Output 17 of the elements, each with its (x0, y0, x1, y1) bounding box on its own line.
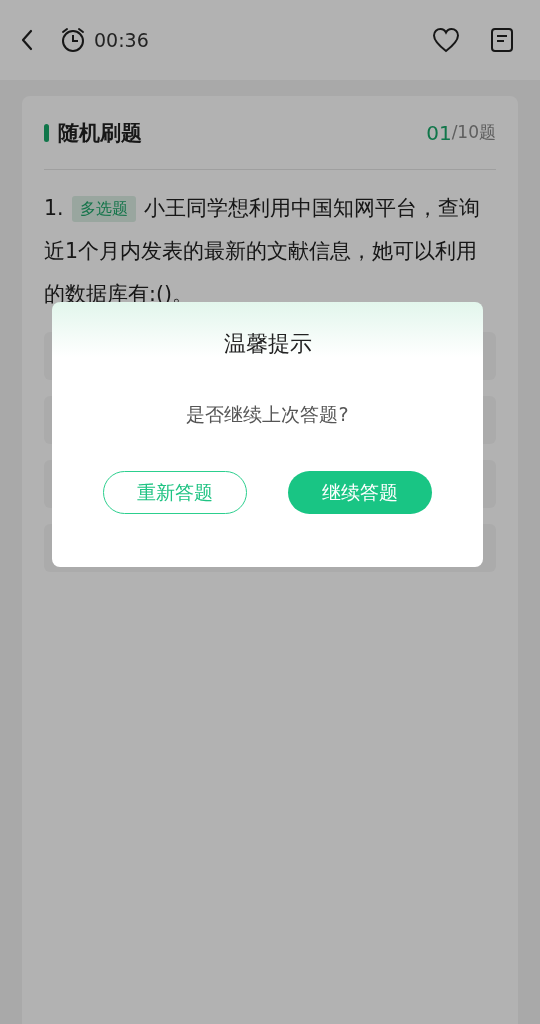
back-icon[interactable] (20, 29, 34, 51)
timer-text: 00:36 (94, 29, 149, 51)
card-title: 随机刷题 (58, 119, 142, 147)
current-question-number: 01 (426, 120, 452, 145)
question-text-line: 近1个月内发表的最新的文献信息，她可以利用 (44, 238, 478, 265)
alarm-clock-icon (60, 27, 86, 53)
restart-button[interactable]: 重新答题 (103, 471, 247, 514)
answer-sheet-icon[interactable] (490, 27, 514, 53)
question-number: 1. (44, 195, 64, 222)
dialog-title: 温馨提示 (223, 330, 312, 358)
continue-button[interactable]: 继续答题 (288, 471, 432, 514)
question-text-line: 小王同学想利用中国知网平台，查询 (143, 195, 480, 222)
question-type-tag: 多选题 (71, 195, 136, 222)
title-accent-bar (44, 123, 49, 142)
dialog-message: 是否继续上次答题? (186, 402, 349, 427)
question-total: /10题 (451, 121, 496, 144)
heart-icon[interactable] (432, 27, 460, 53)
